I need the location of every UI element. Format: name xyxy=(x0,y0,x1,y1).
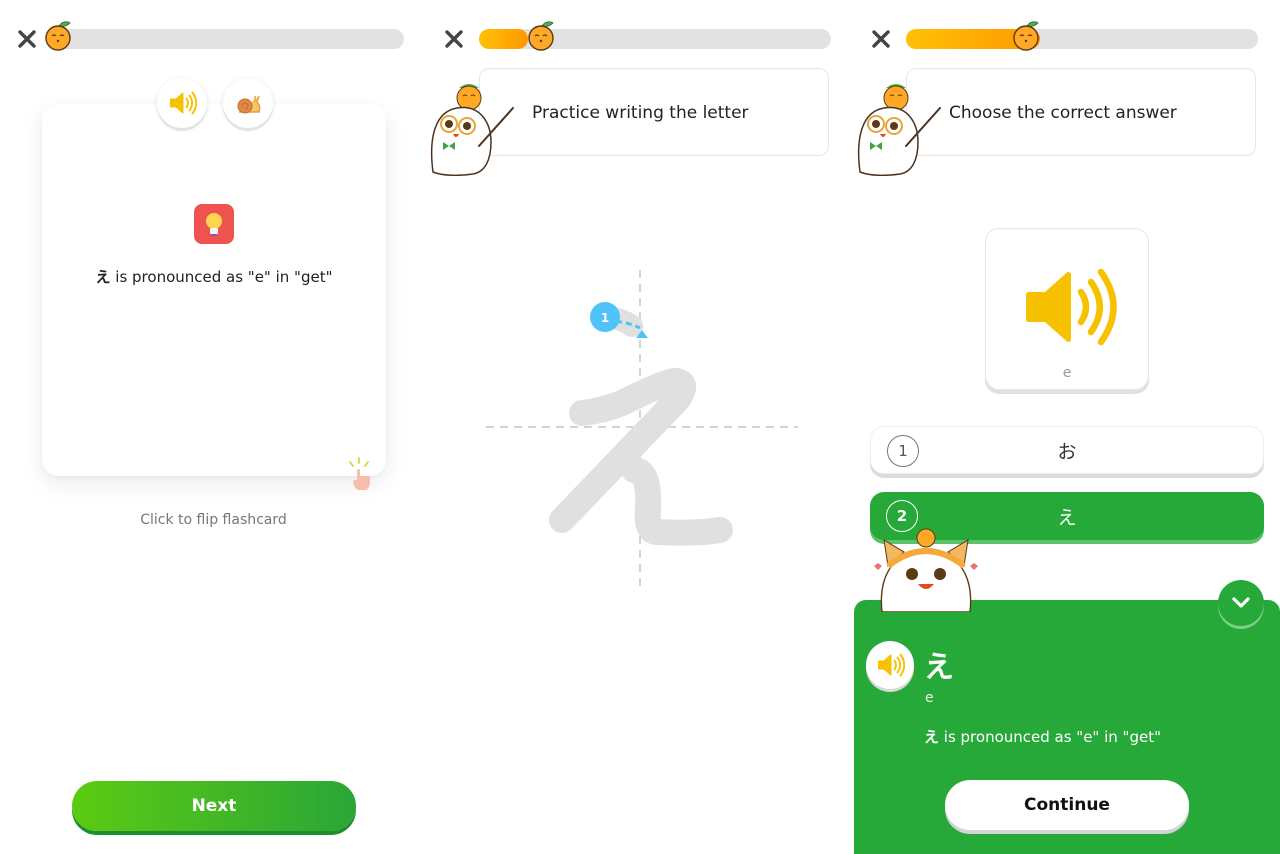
stroke-number: 1 xyxy=(601,311,609,325)
stroke-3-trace xyxy=(621,457,733,546)
snail-icon xyxy=(237,95,261,114)
progress-mascot-icon xyxy=(1010,18,1044,52)
instruction-text: Choose the correct answer xyxy=(949,103,1177,123)
progress-mascot-icon xyxy=(42,18,76,52)
instruction-bubble: Practice writing the letter xyxy=(479,68,829,156)
option-text: お xyxy=(1057,440,1077,463)
flashcard[interactable] xyxy=(42,104,386,476)
lesson-progress-bar xyxy=(906,29,1258,49)
option-text: え xyxy=(1057,506,1077,529)
choice-screen: Choose the correct answer e 1 お 2 え え e … xyxy=(854,0,1280,854)
continue-button[interactable]: Continue xyxy=(945,780,1189,830)
result-desc-text: is pronounced as "e" in "get" xyxy=(939,728,1161,746)
cheering-cat-mascot xyxy=(874,528,978,612)
result-audio-button[interactable] xyxy=(866,641,914,689)
progress-mascot-icon xyxy=(525,18,559,52)
writing-screen: Practice writing the letter 1 xyxy=(427,0,854,854)
result-character: え xyxy=(924,650,954,685)
option-number: 1 xyxy=(887,435,919,467)
flashcard-screen: え is pronounced as "e" in "get" Click to… xyxy=(0,0,427,854)
flip-hint-text: Click to flip flashcard xyxy=(140,512,287,528)
close-icon[interactable] xyxy=(443,28,465,50)
teacher-mascot xyxy=(856,72,946,176)
play-audio-button[interactable] xyxy=(157,78,207,128)
result-desc-character: え xyxy=(924,728,940,746)
writing-canvas[interactable]: 1 xyxy=(482,270,802,586)
tip-character: え xyxy=(95,268,111,286)
result-romaji: e xyxy=(925,690,934,706)
sound-card-label: e xyxy=(1062,365,1072,381)
chevron-down-icon xyxy=(1232,597,1250,608)
collapse-button[interactable] xyxy=(1218,580,1264,626)
tap-hand-icon xyxy=(349,457,370,490)
instruction-bubble: Choose the correct answer xyxy=(906,68,1256,156)
speaker-icon xyxy=(167,88,197,118)
stroke-2-trace xyxy=(549,368,697,533)
answer-option-1[interactable]: 1 お xyxy=(870,426,1264,474)
pronunciation-tip: え is pronounced as "e" in "get" xyxy=(42,266,386,287)
close-icon[interactable] xyxy=(16,28,38,50)
lightbulb-icon xyxy=(194,204,234,244)
speaker-icon xyxy=(875,650,905,680)
tip-description: is pronounced as "e" in "get" xyxy=(110,268,333,286)
teacher-mascot xyxy=(429,72,519,176)
lesson-progress-bar xyxy=(52,29,404,49)
progress-fill xyxy=(479,29,529,49)
instruction-text: Practice writing the letter xyxy=(532,103,749,123)
play-slow-audio-button[interactable] xyxy=(223,78,273,128)
result-description: え is pronounced as "e" in "get" xyxy=(924,726,1161,747)
sound-card-button[interactable]: e xyxy=(985,228,1149,390)
speaker-icon xyxy=(1006,257,1126,357)
close-icon[interactable] xyxy=(870,28,892,50)
next-button[interactable]: Next xyxy=(72,781,356,831)
